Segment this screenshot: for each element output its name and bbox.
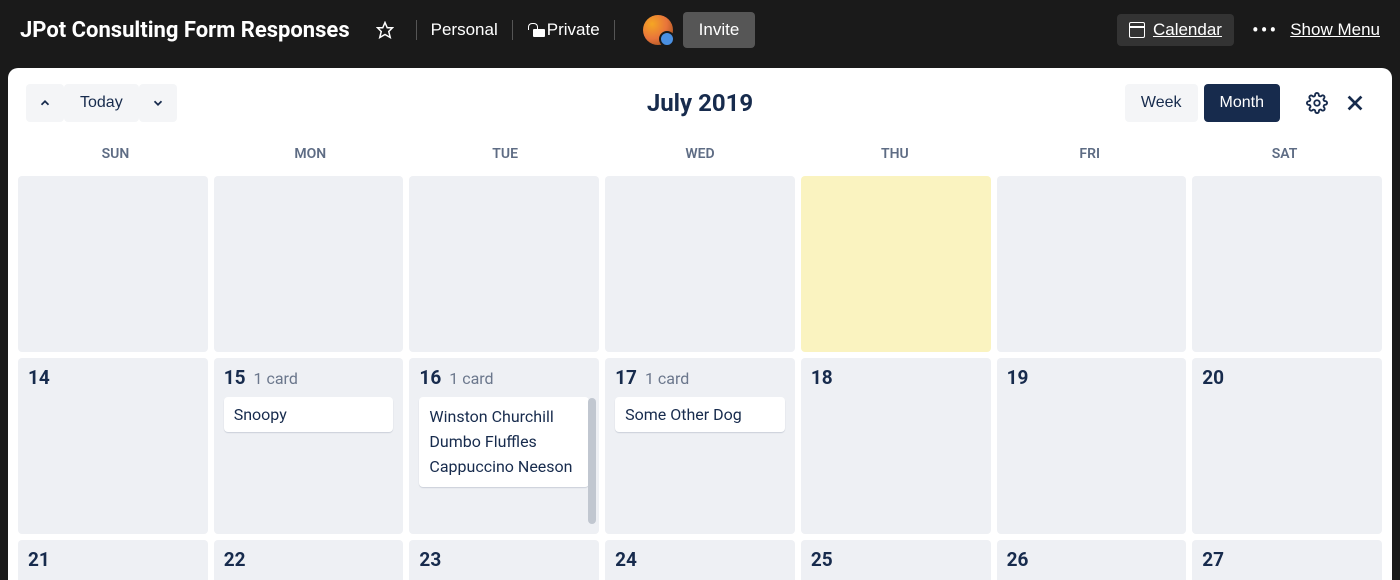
day-number: 15 bbox=[224, 366, 246, 389]
chevron-down-icon bbox=[151, 96, 165, 110]
day-cell[interactable]: 16 1 card Winston Churchill Dumbo Fluffles… bbox=[409, 358, 599, 534]
day-cell[interactable]: 18 bbox=[801, 358, 991, 534]
day-number: 14 bbox=[28, 366, 50, 389]
day-cell[interactable]: 26 bbox=[997, 540, 1187, 580]
prev-button[interactable] bbox=[26, 84, 64, 122]
day-header-mon: MON bbox=[213, 138, 408, 170]
day-cell[interactable]: 15 1 card Snoopy bbox=[214, 358, 404, 534]
day-header-thu: THU bbox=[797, 138, 992, 170]
calendar-icon bbox=[1129, 22, 1145, 38]
day-cell[interactable] bbox=[605, 176, 795, 352]
day-header-tue: TUE bbox=[408, 138, 603, 170]
month-view-button[interactable]: Month bbox=[1204, 84, 1280, 122]
private-button[interactable]: Private bbox=[527, 20, 600, 40]
day-cell[interactable]: 21 bbox=[18, 540, 208, 580]
calendar-link-label: Calendar bbox=[1153, 20, 1222, 40]
calendar-grid[interactable]: 14 15 1 card Snoopy 16 1 card Winston Churchil… bbox=[8, 176, 1392, 580]
close-icon bbox=[1344, 92, 1366, 114]
personal-button[interactable]: Personal bbox=[431, 20, 498, 40]
divider bbox=[614, 20, 615, 40]
day-cell[interactable]: 22 bbox=[214, 540, 404, 580]
calendar-title: July 2019 bbox=[647, 89, 753, 117]
more-icon[interactable]: ••• bbox=[1252, 18, 1278, 42]
day-cell[interactable]: 17 1 card Some Other Dog bbox=[605, 358, 795, 534]
card-count: 1 card bbox=[645, 369, 689, 388]
today-button[interactable]: Today bbox=[64, 84, 139, 122]
lock-icon bbox=[527, 23, 539, 37]
partial-week-row bbox=[18, 176, 1382, 352]
day-cell[interactable] bbox=[997, 176, 1187, 352]
day-cell[interactable] bbox=[1192, 176, 1382, 352]
day-number: 24 bbox=[615, 548, 637, 571]
day-headers: SUN MON TUE WED THU FRI SAT bbox=[8, 138, 1392, 170]
board-title[interactable]: JPot Consulting Form Responses bbox=[20, 18, 350, 43]
day-number: 17 bbox=[615, 366, 637, 389]
invite-button[interactable]: Invite bbox=[683, 12, 756, 48]
card-count: 1 card bbox=[254, 369, 298, 388]
chevron-up-icon bbox=[38, 96, 52, 110]
calendar-card[interactable]: Snoopy bbox=[224, 397, 394, 432]
day-number: 27 bbox=[1202, 548, 1224, 571]
day-cell[interactable]: 27 bbox=[1192, 540, 1382, 580]
day-cell[interactable] bbox=[18, 176, 208, 352]
private-label: Private bbox=[547, 20, 600, 40]
avatar[interactable] bbox=[643, 15, 673, 45]
settings-button[interactable] bbox=[1298, 84, 1336, 122]
day-cell[interactable] bbox=[214, 176, 404, 352]
day-header-sun: SUN bbox=[18, 138, 213, 170]
week-view-button[interactable]: Week bbox=[1125, 84, 1198, 122]
calendar-card[interactable]: Winston Churchill Dumbo Fluffles Cappucc… bbox=[419, 397, 589, 487]
day-cell[interactable]: 25 bbox=[801, 540, 991, 580]
week-row: 21 22 23 24 25 26 27 bbox=[18, 540, 1382, 580]
show-menu-button[interactable]: Show Menu bbox=[1290, 20, 1380, 40]
calendar-panel: Today July 2019 Week Month SUN MON TUE W… bbox=[8, 68, 1392, 580]
day-number: 23 bbox=[419, 548, 441, 571]
day-cell[interactable]: 24 bbox=[605, 540, 795, 580]
day-header-sat: SAT bbox=[1187, 138, 1382, 170]
day-cell[interactable] bbox=[409, 176, 599, 352]
day-cell[interactable]: 14 bbox=[18, 358, 208, 534]
day-number: 18 bbox=[811, 366, 833, 389]
top-bar: JPot Consulting Form Responses Personal … bbox=[0, 0, 1400, 60]
day-header-fri: FRI bbox=[992, 138, 1187, 170]
week-row: 14 15 1 card Snoopy 16 1 card Winston Churchil… bbox=[18, 358, 1382, 534]
day-number: 25 bbox=[811, 548, 833, 571]
gear-icon bbox=[1306, 92, 1328, 114]
close-button[interactable] bbox=[1336, 84, 1374, 122]
day-cell[interactable]: 20 bbox=[1192, 358, 1382, 534]
day-number: 16 bbox=[419, 366, 441, 389]
card-count: 1 card bbox=[449, 369, 493, 388]
day-number: 21 bbox=[28, 548, 50, 571]
day-cell[interactable]: 19 bbox=[997, 358, 1187, 534]
day-number: 22 bbox=[224, 548, 246, 571]
calendar-card[interactable]: Some Other Dog bbox=[615, 397, 785, 432]
day-number: 20 bbox=[1202, 366, 1224, 389]
day-number: 19 bbox=[1007, 366, 1029, 389]
calendar-powerup-button[interactable]: Calendar bbox=[1117, 14, 1234, 46]
next-button[interactable] bbox=[139, 84, 177, 122]
day-cell[interactable] bbox=[801, 176, 991, 352]
scrollbar-indicator[interactable] bbox=[588, 398, 596, 524]
divider bbox=[416, 20, 417, 40]
star-icon[interactable] bbox=[368, 17, 402, 43]
day-number: 26 bbox=[1007, 548, 1029, 571]
day-header-wed: WED bbox=[603, 138, 798, 170]
day-cell[interactable]: 23 bbox=[409, 540, 599, 580]
divider bbox=[512, 20, 513, 40]
